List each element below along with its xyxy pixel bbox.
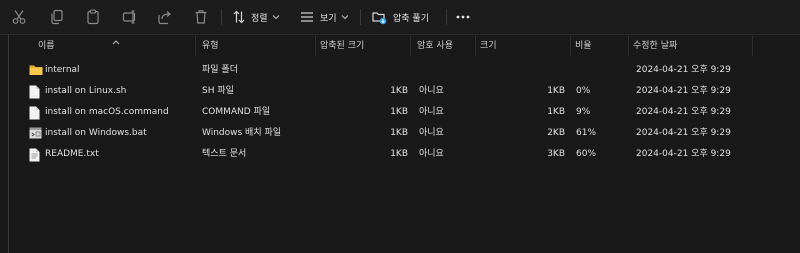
compression-ratio: 61% — [576, 128, 597, 138]
column-header-label: 암호 사용 — [417, 41, 453, 51]
column-header-date-modified[interactable]: 수정한 날짜 — [629, 36, 753, 56]
view-button[interactable]: 보기 — [300, 7, 349, 27]
column-header-label: 수정한 날짜 — [633, 41, 678, 51]
compression-ratio: 60% — [576, 149, 597, 159]
column-header-label: 크기 — [480, 41, 497, 51]
text-file-icon — [29, 148, 40, 165]
file-row[interactable]: install on Windows.bat Windows 배치 파일 1KB… — [20, 123, 780, 144]
chevron-down-icon — [341, 14, 349, 20]
paste-button[interactable] — [86, 7, 100, 27]
rename-button[interactable] — [122, 7, 138, 27]
chevron-down-icon — [272, 14, 280, 20]
column-header-label: 유형 — [202, 41, 219, 51]
sort-label: 정렬 — [251, 13, 268, 24]
file-name: install on macOS.command — [45, 107, 169, 117]
file-type: SH 파일 — [202, 86, 234, 96]
date-modified: 2024-04-21 오후 9:29 — [636, 86, 731, 96]
file-row[interactable]: install on macOS.command COMMAND 파일 1KB … — [20, 102, 780, 123]
list-view-icon — [300, 11, 314, 23]
rename-icon — [122, 9, 138, 25]
date-modified: 2024-04-21 오후 9:29 — [636, 149, 731, 159]
delete-button[interactable] — [194, 7, 208, 27]
date-modified: 2024-04-21 오후 9:29 — [636, 128, 731, 138]
file-name: install on Windows.bat — [45, 128, 147, 138]
folder-icon — [29, 64, 43, 79]
column-header-ratio[interactable]: 비율 — [571, 36, 629, 56]
column-header-label: 이름 — [38, 41, 55, 51]
date-modified: 2024-04-21 오후 9:29 — [636, 65, 731, 75]
file-row[interactable]: README.txt 텍스트 문서 1KB 아니요 3KB 60% 2024-0… — [20, 144, 780, 165]
view-label: 보기 — [320, 13, 337, 24]
password-protected: 아니요 — [419, 149, 444, 159]
share-button[interactable] — [157, 7, 173, 27]
toolbar-divider — [446, 9, 447, 25]
password-protected: 아니요 — [419, 86, 444, 96]
file-row[interactable]: internal 파일 폴더 2024-04-21 오후 9:29 — [20, 60, 780, 81]
column-header-packed-size[interactable]: 압축된 크기 — [316, 36, 411, 56]
file-size — [476, 60, 565, 81]
file-size: 2KB — [547, 128, 565, 138]
extract-all-button[interactable]: 압축 풀기 — [372, 7, 429, 27]
packed-size: 1KB — [390, 149, 408, 159]
file-icon — [29, 106, 40, 123]
more-options-button[interactable] — [456, 7, 470, 27]
toolbar-divider — [360, 9, 361, 25]
password-protected: 아니요 — [419, 128, 444, 138]
batch-file-icon — [29, 127, 42, 142]
toolbar-divider — [221, 9, 222, 25]
scissors-icon — [12, 9, 26, 25]
file-size: 1KB — [547, 86, 565, 96]
file-type: 텍스트 문서 — [202, 149, 247, 159]
command-bar: 정렬 보기 압축 풀기 — [0, 0, 800, 35]
column-header-name[interactable]: 이름 — [20, 36, 196, 56]
column-header-size[interactable]: 크기 — [476, 36, 571, 56]
extract-folder-icon — [372, 10, 387, 25]
file-name: README.txt — [45, 149, 99, 159]
navigation-pane-splitter[interactable] — [8, 34, 9, 253]
more-horizontal-icon — [456, 15, 470, 19]
copy-icon — [50, 9, 64, 25]
packed-size — [316, 60, 408, 81]
column-header-password[interactable]: 암호 사용 — [413, 36, 476, 56]
file-icon — [29, 85, 40, 102]
packed-size: 1KB — [390, 107, 408, 117]
column-header-label: 압축된 크기 — [320, 41, 365, 51]
compression-ratio: 0% — [576, 86, 591, 96]
file-row[interactable]: install on Linux.sh SH 파일 1KB 아니요 1KB 0%… — [20, 81, 780, 102]
file-name: internal — [45, 65, 80, 75]
copy-button[interactable] — [50, 7, 64, 27]
file-type: 파일 폴더 — [202, 65, 238, 75]
extract-all-label: 압축 풀기 — [393, 13, 429, 24]
date-modified: 2024-04-21 오후 9:29 — [636, 107, 731, 117]
clipboard-icon — [86, 9, 100, 25]
trash-icon — [194, 9, 208, 25]
file-size: 3KB — [547, 149, 565, 159]
packed-size: 1KB — [390, 128, 408, 138]
sort-ascending-icon — [112, 33, 120, 53]
file-type: Windows 배치 파일 — [202, 128, 282, 138]
cut-button[interactable] — [12, 7, 26, 27]
compression-ratio: 9% — [576, 107, 591, 117]
sort-arrows-icon — [233, 10, 245, 24]
file-size: 1KB — [547, 107, 565, 117]
column-header-label: 비율 — [575, 41, 592, 51]
file-name: install on Linux.sh — [45, 86, 127, 96]
sort-button[interactable]: 정렬 — [233, 7, 280, 27]
column-header-type[interactable]: 유형 — [198, 36, 316, 56]
password-protected: 아니요 — [419, 107, 444, 117]
column-header-row: 이름 유형 압축된 크기 암호 사용 크기 비율 수정한 날짜 — [20, 36, 780, 56]
share-icon — [157, 9, 173, 25]
packed-size: 1KB — [390, 86, 408, 96]
file-type: COMMAND 파일 — [202, 107, 271, 117]
